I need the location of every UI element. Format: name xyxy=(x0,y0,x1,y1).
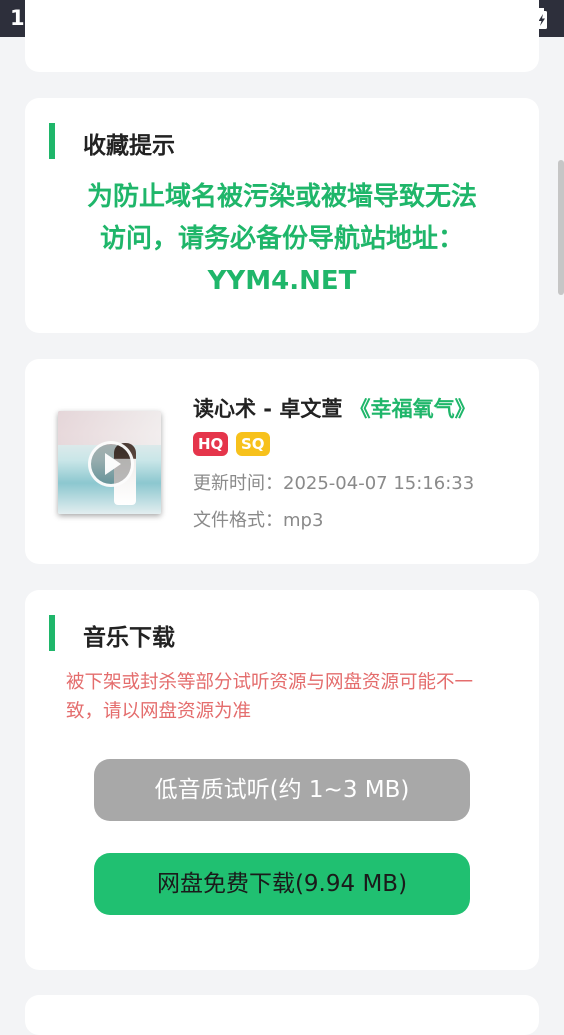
notice-line-2: 访问，请务必备份导航站地址： xyxy=(99,224,464,254)
file-format: 文件格式：mp3 xyxy=(193,510,324,531)
track-name: 读心术 - 卓文萱 xyxy=(193,397,343,421)
updated-time: 更新时间：2025-04-07 15:16:33 xyxy=(193,473,475,494)
cover-art-strip xyxy=(58,411,161,445)
scrollbar-thumb[interactable] xyxy=(558,160,564,295)
track-info-card: 读心术 - 卓文萱 《幸福氧气》 HQ SQ 更新时间：2025-04-07 1… xyxy=(25,359,539,564)
bookmark-notice-card: 收藏提示 为防止域名被污染或被墙导致无法 访问，请务必备份导航站地址： YYM4… xyxy=(25,98,539,333)
play-icon[interactable] xyxy=(88,441,134,487)
music-download-card: 音乐下载 被下架或封杀等部分试听资源与网盘资源可能不一致，请以网盘资源为准 低音… xyxy=(25,590,539,970)
album-cover[interactable] xyxy=(58,411,161,514)
previous-card xyxy=(25,0,539,72)
cloud-download-button[interactable]: 网盘免费下载(9.94 MB) xyxy=(94,853,470,915)
notice-line-1: 为防止域名被污染或被墙导致无法 xyxy=(86,182,477,212)
notice-title: 收藏提示 xyxy=(83,133,175,159)
section-accent-bar xyxy=(49,123,55,159)
hq-badge: HQ xyxy=(193,432,229,456)
track-album[interactable]: 《幸福氧气》 xyxy=(350,397,476,421)
notice-message: 为防止域名被污染或被墙导致无法 访问，请务必备份导航站地址： YYM4.NET xyxy=(25,176,539,302)
download-title: 音乐下载 xyxy=(83,625,175,651)
next-card xyxy=(25,995,539,1035)
download-warning: 被下架或封杀等部分试听资源与网盘资源可能不一致，请以网盘资源为准 xyxy=(66,672,474,722)
section-accent-bar xyxy=(49,615,55,651)
notice-domain: YYM4.NET xyxy=(207,266,357,296)
sq-badge: SQ xyxy=(236,432,270,456)
preview-button[interactable]: 低音质试听(约 1~3 MB) xyxy=(94,759,470,821)
track-title: 读心术 - 卓文萱 《幸福氧气》 xyxy=(193,393,476,423)
